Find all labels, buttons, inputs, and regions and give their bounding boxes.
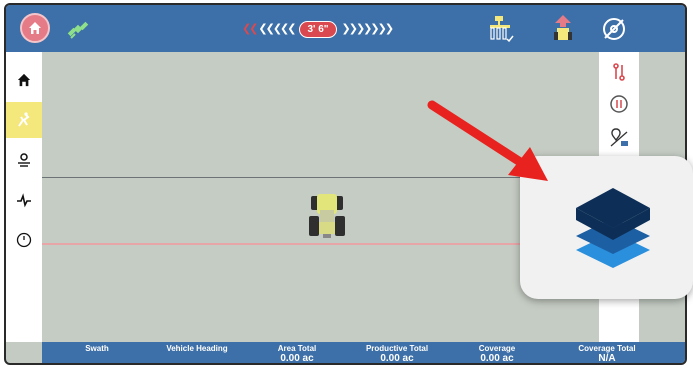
tractor-icon[interactable] — [549, 14, 577, 44]
rotate-view-button[interactable] — [605, 90, 633, 118]
metric-productive-total: Productive Total 0.00 ac — [342, 342, 452, 364]
offset-left-chevrons: ❮❮ — [241, 22, 259, 35]
metric-label: Coverage Total — [578, 344, 636, 353]
rotate-view-icon — [610, 95, 628, 113]
offset-value: 3' 6" — [299, 20, 337, 38]
guidance-line — [42, 177, 599, 178]
metric-label: Area Total — [277, 344, 317, 353]
sidebar-item-home[interactable] — [6, 62, 42, 98]
steering-disabled-icon[interactable] — [600, 14, 628, 44]
metric-coverage: Coverage 0.00 ac — [442, 342, 552, 364]
guideline-button[interactable] — [605, 58, 633, 86]
metric-label: Coverage — [478, 344, 516, 353]
offset-left-chevrons-light: ❮❮❮❮❮ — [258, 22, 296, 35]
layers-icon[interactable] — [568, 184, 658, 274]
layers-callout — [520, 156, 693, 299]
metric-value: 0.00 ac — [380, 353, 414, 364]
metric-label: Swath — [85, 344, 109, 353]
offset-line — [42, 243, 599, 245]
map-pin-icon — [610, 128, 628, 147]
metric-label: Productive Total — [365, 344, 429, 353]
guidance-offset-indicator: ❮❮ ❮❮❮❮❮ 3' 6" ❯❯❯❯❯❯❯ — [232, 19, 402, 39]
home-button[interactable] — [20, 13, 50, 43]
metric-swath: Swath — [42, 342, 152, 353]
map-pin-button[interactable] — [605, 124, 633, 152]
satellite-icon[interactable] — [66, 17, 90, 41]
guidance-icon — [18, 112, 30, 127]
status-bar: Swath Vehicle Heading Area Total 0.00 ac… — [42, 342, 685, 364]
home-icon — [29, 22, 41, 34]
tractor-icon — [309, 194, 345, 238]
metric-vehicle-heading: Vehicle Heading — [142, 342, 252, 353]
metric-value: 0.00 ac — [280, 353, 314, 364]
metric-label: Vehicle Heading — [166, 344, 228, 353]
metric-value: 0.00 ac — [480, 353, 514, 364]
metric-area-total: Area Total 0.00 ac — [242, 342, 352, 364]
metric-value: N/A — [598, 353, 616, 364]
home-icon — [17, 73, 31, 87]
field-settings-icon — [18, 153, 30, 167]
implement-icon[interactable] — [487, 14, 515, 44]
diagnostics-icon — [17, 193, 31, 208]
sidebar-item-diagnostics[interactable] — [6, 182, 42, 218]
sidebar-item-field-settings[interactable] — [6, 142, 42, 178]
metric-coverage-total: Coverage Total N/A — [552, 342, 662, 364]
left-sidebar — [6, 52, 42, 342]
top-bar: ❮❮ ❮❮❮❮❮ 3' 6" ❯❯❯❯❯❯❯ — [6, 5, 685, 52]
offset-right-chevrons: ❯❯❯❯❯❯❯ — [341, 22, 395, 35]
guidance-map[interactable] — [42, 52, 599, 342]
sidebar-item-speedometer[interactable] — [6, 222, 42, 258]
sidebar-item-guidance[interactable] — [6, 102, 42, 138]
speedometer-icon — [16, 232, 32, 248]
guideline-icon — [613, 63, 625, 81]
